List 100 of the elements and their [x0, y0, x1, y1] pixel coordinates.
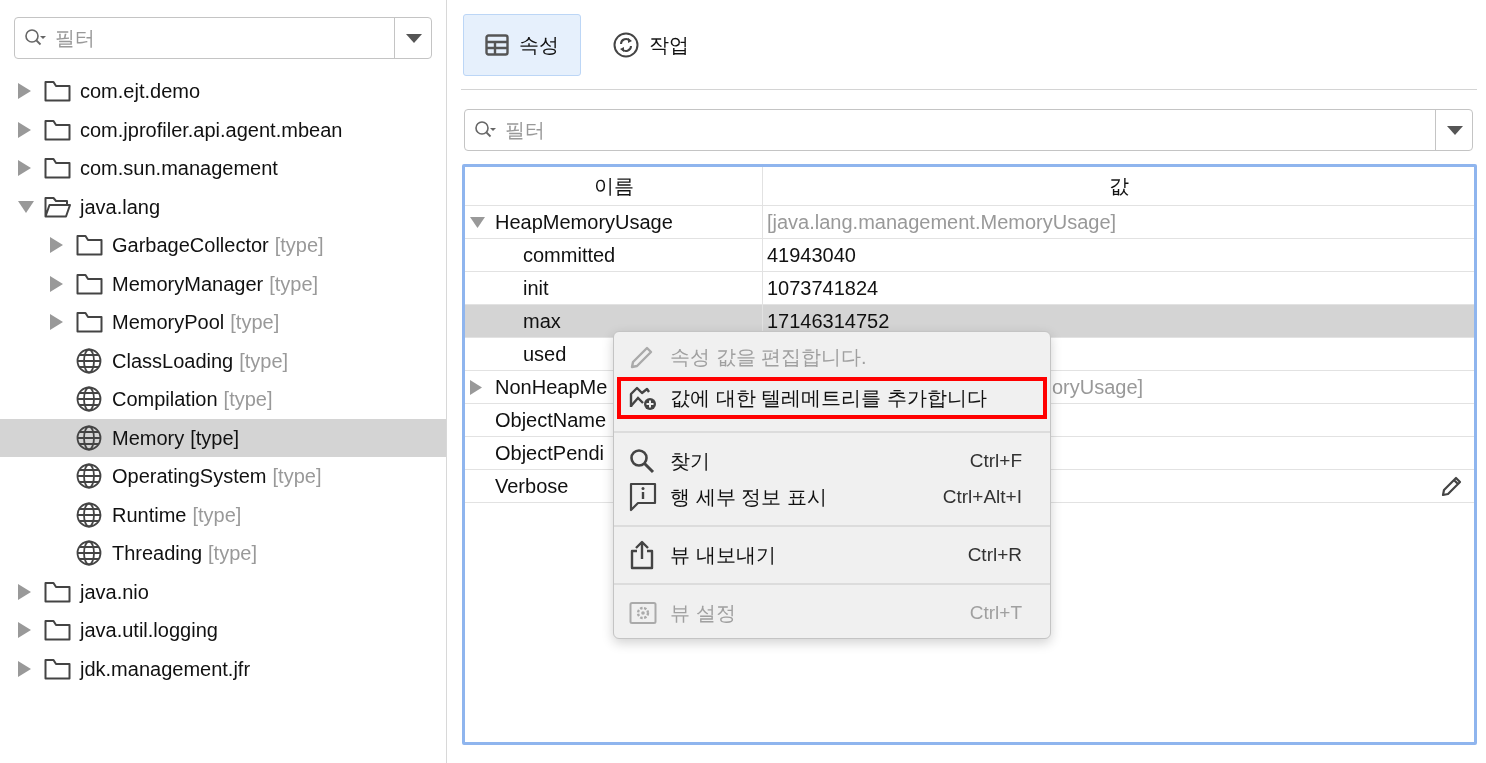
table-cell-text: NonHeapMe	[495, 375, 608, 400]
filter-field[interactable]: 필터	[464, 109, 1473, 151]
tree-item[interactable]: com.sun.management	[0, 149, 446, 188]
type-label: [type]	[208, 541, 257, 567]
table-row[interactable]: committed 41943040	[465, 239, 1474, 272]
table-cell: 1073741824	[767, 277, 879, 299]
folder-icon	[76, 311, 103, 334]
menu-item[interactable]: 값에 대한 텔레메트리를 추가합니다	[617, 377, 1047, 419]
tree-item-label: com.sun.management	[80, 156, 278, 182]
open-folder-icon	[44, 195, 71, 218]
table-icon	[485, 34, 509, 56]
tree-item[interactable]: Threading [type]	[0, 534, 446, 573]
tree-item[interactable]: java.util.logging	[0, 611, 446, 650]
tab[interactable]: 작업	[591, 14, 711, 76]
tree-item-label: Threading	[112, 541, 203, 567]
tree-item-label: java.util.logging	[80, 618, 218, 644]
search-icon	[24, 28, 46, 48]
tree-item-label: OperatingSystem	[112, 464, 267, 490]
type-label: [type]	[269, 271, 319, 297]
globe-icon	[76, 501, 102, 528]
tree-item-label: GarbageCollector	[112, 233, 269, 259]
tree-item-label: MemoryManager	[112, 271, 264, 297]
folder-icon	[44, 580, 71, 603]
tree-item-label: java.lang	[80, 194, 161, 220]
tree-item[interactable]: MemoryPool [type]	[0, 303, 446, 342]
tree-item[interactable]: OperatingSystem [type]	[0, 457, 446, 496]
type-label: [type]	[192, 502, 242, 528]
column-header[interactable]: 이름	[465, 167, 763, 205]
tree-item[interactable]: ClassLoading [type]	[0, 341, 446, 380]
type-label: [type]	[190, 425, 240, 451]
shortcut-label: Ctrl+F	[969, 448, 1022, 473]
refresh-icon	[613, 32, 639, 58]
info-icon	[629, 482, 657, 512]
pencil-icon	[629, 344, 655, 370]
menu-item[interactable]: 행 세부 정보 표시 Ctrl+Alt+I	[617, 479, 1047, 515]
table-cell: [java.lang.management.MemoryUsage]	[767, 211, 1117, 233]
tree-item-label: Compilation	[112, 387, 218, 413]
filter-field[interactable]: 필터	[14, 17, 432, 59]
globe-icon	[76, 463, 102, 490]
globe-icon	[76, 424, 102, 451]
table-cell-text: used	[523, 342, 567, 367]
table-cell: 41943040	[767, 244, 856, 266]
type-label: [type]	[223, 387, 273, 413]
share-icon	[629, 540, 655, 570]
table-row[interactable]: HeapMemoryUsage [java.lang.management.MemoryUsage]	[465, 206, 1474, 239]
tree-item-label: MemoryPool	[112, 310, 225, 336]
tree-item[interactable]: java.lang	[0, 187, 446, 226]
folder-icon	[76, 234, 103, 257]
tree-item-label: com.ejt.demo	[80, 79, 201, 105]
table-cell-text: committed	[523, 243, 616, 268]
column-header[interactable]: 값	[763, 167, 1474, 205]
folder-icon	[44, 118, 71, 141]
table-cell-text: max	[523, 309, 561, 334]
menu-item[interactable]: 찾기 Ctrl+F	[617, 443, 1047, 479]
folder-icon	[44, 157, 71, 180]
table-cell: 17146314752	[767, 310, 890, 332]
chart-add-icon	[629, 385, 657, 411]
globe-icon	[76, 347, 102, 374]
folder-icon	[44, 619, 71, 642]
tree-item[interactable]: Compilation [type]	[0, 380, 446, 419]
tab[interactable]: 속성	[463, 14, 581, 76]
tree-item[interactable]: com.jprofiler.api.agent.mbean	[0, 110, 446, 149]
table-cell-text: ObjectPendi	[495, 441, 604, 466]
folder-icon	[44, 657, 71, 680]
tree-item-label: ClassLoading	[112, 348, 234, 374]
dropdown-arrow-icon	[405, 33, 422, 43]
tree-item-label: Runtime	[112, 502, 187, 528]
table-cell: oryUsage]	[1052, 376, 1144, 398]
table-cell-text: ObjectName	[495, 408, 607, 433]
tree-item[interactable]: java.nio	[0, 572, 446, 611]
table-cell-text: init	[523, 276, 549, 301]
folder-icon	[76, 272, 103, 295]
shortcut-label: Ctrl+Alt+I	[942, 484, 1022, 509]
tree-item-label: jdk.management.jfr	[80, 656, 251, 682]
type-label: [type]	[272, 464, 322, 490]
tree-item[interactable]: Runtime [type]	[0, 495, 446, 534]
table-row[interactable]: max 17146314752	[465, 305, 1474, 338]
menu-item[interactable]: 뷰 내보내기 Ctrl+R	[617, 537, 1047, 573]
type-label: [type]	[230, 310, 280, 336]
tree-item-label: com.jprofiler.api.agent.mbean	[80, 117, 343, 143]
search-icon	[629, 448, 655, 474]
type-label: [type]	[274, 233, 324, 259]
search-icon	[474, 120, 496, 140]
type-label: [type]	[239, 348, 289, 374]
tree-item-label: java.nio	[80, 579, 149, 605]
table-cell-text: Verbose	[495, 474, 569, 499]
settings-icon	[629, 601, 657, 625]
tree-item[interactable]: GarbageCollector [type]	[0, 226, 446, 265]
tree-item[interactable]: Memory [type]	[0, 418, 446, 457]
tree-item[interactable]: jdk.management.jfr	[0, 649, 446, 688]
folder-icon	[44, 80, 71, 103]
globe-icon	[76, 386, 102, 413]
shortcut-label: Ctrl+R	[967, 542, 1022, 567]
tree-item[interactable]: MemoryManager [type]	[0, 264, 446, 303]
globe-icon	[76, 540, 102, 567]
dropdown-arrow-icon	[1446, 125, 1463, 135]
tree-item[interactable]: com.ejt.demo	[0, 72, 446, 111]
tree-item-label: Memory	[112, 425, 185, 451]
table-cell-text: HeapMemoryUsage	[495, 210, 673, 235]
shortcut-label: Ctrl+T	[969, 600, 1022, 625]
